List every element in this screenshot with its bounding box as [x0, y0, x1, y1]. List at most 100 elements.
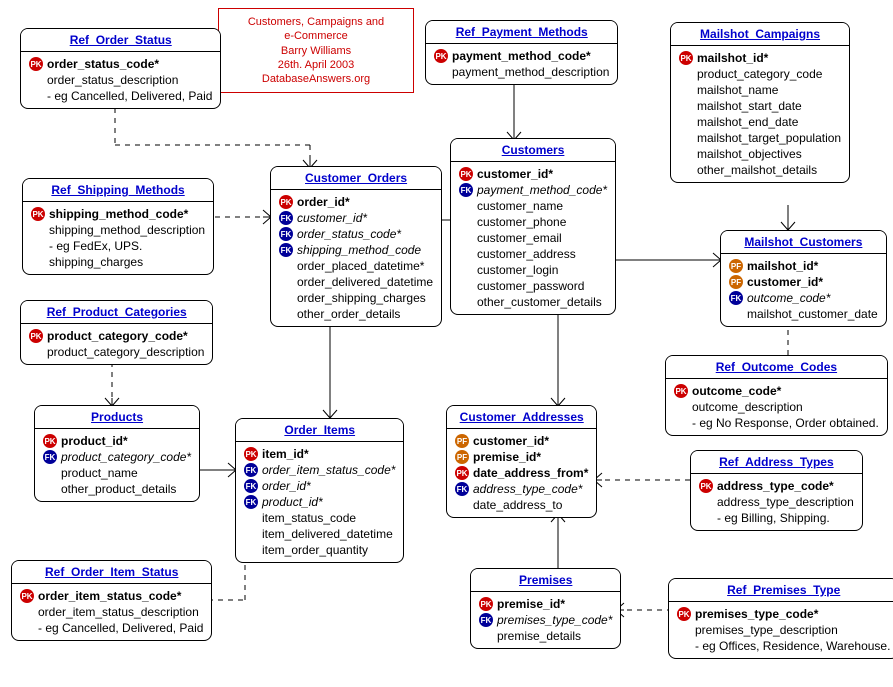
field-name: - eg No Response, Order obtained.: [692, 416, 879, 430]
field-name: product_category_description: [47, 345, 204, 359]
field-name: shipping_method_description: [49, 223, 205, 237]
foreign-key-icon: FK: [244, 463, 258, 477]
entity-field: - eg Billing, Shipping.: [699, 510, 854, 526]
entity-field: customer_password: [459, 278, 607, 294]
entity-field: mailshot_start_date: [679, 98, 841, 114]
entity-field: PKorder_status_code*: [29, 56, 212, 72]
entity-field: FKorder_item_status_code*: [244, 462, 395, 478]
field-name: item_id*: [262, 447, 309, 461]
field-name: order_shipping_charges: [297, 291, 426, 305]
entity-field: order_placed_datetime*: [279, 258, 433, 274]
entity-field: mailshot_name: [679, 82, 841, 98]
foreign-key-icon: FK: [43, 450, 57, 464]
entity-field: shipping_method_description: [31, 222, 205, 238]
entity-field: mailshot_customer_date: [729, 306, 878, 322]
field-name: outcome_code*: [747, 291, 830, 305]
entity-title: Ref_Product_Categories: [21, 301, 212, 324]
entity-field: date_address_to: [455, 497, 588, 513]
primary-key-icon: PK: [699, 479, 713, 493]
field-name: other_product_details: [61, 482, 176, 496]
entity-field: FKproduct_id*: [244, 494, 395, 510]
primary-key-icon: PK: [244, 447, 258, 461]
entity-field: payment_method_description: [434, 64, 609, 80]
field-name: - eg Offices, Residence, Warehouse.: [695, 639, 890, 653]
primary-key-icon: PK: [43, 434, 57, 448]
entity-customer-orders: Customer_Orders PKorder_id* FK customer_id*…: [270, 166, 442, 327]
entity-field: outcome_description: [674, 399, 879, 415]
foreign-key-icon: FK: [455, 482, 469, 496]
entity-products: ProductsPKproduct_id*FKproduct_category_…: [34, 405, 200, 502]
field-name: customer_id*: [473, 434, 549, 448]
field-name: customer_address: [477, 247, 576, 261]
entity-ref-premises-type: Ref_Premises_TypePKpremises_type_code*pr…: [668, 578, 893, 659]
field-name: date_address_from*: [473, 466, 588, 480]
entity-customers: CustomersPKcustomer_id*FKpayment_method_…: [450, 138, 616, 315]
foreign-key-icon: FK: [279, 227, 293, 241]
field-name: premise_id*: [497, 597, 565, 611]
field-name: customer_email: [477, 231, 562, 245]
primary-key-icon: PK: [20, 589, 34, 603]
entity-field: PKshipping_method_code*: [31, 206, 205, 222]
field-name: product_id*: [61, 434, 128, 448]
entity-field: PKpayment_method_code*: [434, 48, 609, 64]
entity-field: - eg FedEx, UPS.: [31, 238, 205, 254]
primary-key-icon: PK: [459, 167, 473, 181]
entity-field: FKorder_status_code*: [279, 226, 433, 242]
entity-field: product_category_description: [29, 344, 204, 360]
field-name: shipping_method_code: [297, 243, 421, 257]
entity-title: Ref_Order_Item_Status: [12, 561, 211, 584]
field-name: mailshot_start_date: [697, 99, 802, 113]
primary-key-icon: PK: [31, 207, 45, 221]
entity-title: Customer_Addresses: [447, 406, 596, 429]
foreign-key-icon: FK: [244, 479, 258, 493]
field-name: other_customer_details: [477, 295, 602, 309]
entity-title: Customer_Orders: [271, 167, 441, 190]
entity-field: PKorder_item_status_code*: [20, 588, 203, 604]
field-name: order_placed_datetime*: [297, 259, 424, 273]
field-name: payment_method_code*: [452, 49, 591, 63]
primary-key-icon: PK: [455, 466, 469, 480]
entity-field: mailshot_target_population: [679, 130, 841, 146]
entity-field: FKaddress_type_code*: [455, 481, 588, 497]
field-name: customer_phone: [477, 215, 566, 229]
field-name: customer_id*: [297, 211, 367, 225]
foreign-key-icon: FK: [459, 183, 473, 197]
field-name: item_status_code: [262, 511, 356, 525]
field-name: mailshot_target_population: [697, 131, 841, 145]
primary-key-icon: PK: [279, 195, 293, 209]
entity-field: item_delivered_datetime: [244, 526, 395, 542]
entity-title: Ref_Shipping_Methods: [23, 179, 213, 202]
field-name: premise_details: [497, 629, 581, 643]
entity-field: PKpremises_type_code*: [677, 606, 890, 622]
field-name: mailshot_customer_date: [747, 307, 878, 321]
entity-mailshot-customers: Mailshot_CustomersPFmailshot_id*PFcustom…: [720, 230, 887, 327]
entity-field: PKoutcome_code*: [674, 383, 879, 399]
field-name: customer_login: [477, 263, 558, 277]
entity-field: order_shipping_charges: [279, 290, 433, 306]
entity-field: order_item_status_description: [20, 604, 203, 620]
entity-field: other_product_details: [43, 481, 191, 497]
entity-field: PKorder_id*: [279, 194, 433, 210]
field-name: other_mailshot_details: [697, 163, 817, 177]
entity-field: - eg No Response, Order obtained.: [674, 415, 879, 431]
entity-customer-addresses: Customer_AddressesPFcustomer_id*PFpremis…: [446, 405, 597, 518]
entity-field: item_status_code: [244, 510, 395, 526]
primary-foreign-key-icon: PF: [729, 275, 743, 289]
field-name: shipping_charges: [49, 255, 143, 269]
foreign-key-icon: FK: [244, 495, 258, 509]
entity-field: PFcustomer_id*: [729, 274, 878, 290]
field-name: item_delivered_datetime: [262, 527, 393, 541]
entity-field: customer_login: [459, 262, 607, 278]
field-name: customer_password: [477, 279, 584, 293]
entity-order-items: Order_ItemsPKitem_id*FKorder_item_status…: [235, 418, 404, 563]
primary-foreign-key-icon: PF: [455, 434, 469, 448]
entity-field: PFmailshot_id*: [729, 258, 878, 274]
field-name: - eg FedEx, UPS.: [49, 239, 142, 253]
entity-field: mailshot_end_date: [679, 114, 841, 130]
field-name: order_delivered_datetime: [297, 275, 433, 289]
entity-ref-order-item-status: Ref_Order_Item_Status PKorder_item_status…: [11, 560, 212, 641]
entity-field: customer_name: [459, 198, 607, 214]
entity-premises: PremisesPKpremise_id*FKpremises_type_cod…: [470, 568, 621, 649]
entity-ref-payment-methods: Ref_Payment_MethodsPKpayment_method_code…: [425, 20, 618, 85]
entity-field: item_order_quantity: [244, 542, 395, 558]
